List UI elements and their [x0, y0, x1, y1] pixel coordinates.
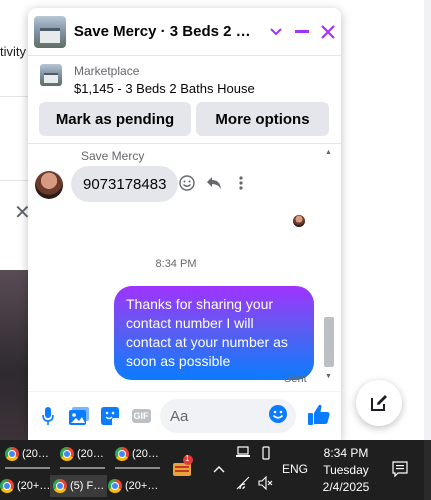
- background-right-area: [341, 0, 431, 440]
- background-activity-text: tivity: [0, 44, 26, 59]
- sent-status: Sent: [284, 373, 307, 385]
- chrome-icon: [53, 479, 67, 493]
- taskbar-item-chrome[interactable]: (20…: [5, 443, 49, 465]
- seen-avatar: [293, 215, 305, 227]
- laptop-icon[interactable]: [235, 446, 251, 461]
- sticker-icon[interactable]: [99, 405, 121, 427]
- scroll-down-icon[interactable]: ▼: [325, 373, 332, 380]
- close-icon[interactable]: [315, 19, 341, 45]
- taskbar-running-indicator: [115, 467, 160, 469]
- gif-icon[interactable]: GIF: [130, 405, 152, 427]
- notification-center-icon[interactable]: [392, 461, 408, 480]
- background-photo: [0, 270, 30, 440]
- taskbar-item-label: (20+…: [17, 480, 51, 492]
- volume-muted-icon[interactable]: [258, 475, 274, 493]
- taskbar-item-label: (5) F…: [70, 480, 105, 492]
- windows-taskbar: (20… (20… (20… (20+… (5) F… (20+… 1 ENG …: [0, 440, 431, 500]
- emoji-icon[interactable]: [268, 404, 290, 426]
- chevron-up-icon[interactable]: [213, 462, 225, 476]
- gif-label: GIF: [131, 409, 151, 423]
- sender-name: Save Mercy: [81, 149, 145, 163]
- taskbar-running-indicator: [60, 467, 105, 469]
- listing-thumbnail: [34, 15, 66, 48]
- mark-as-pending-button[interactable]: Mark as pending: [39, 102, 191, 136]
- taskbar-item-label: (20…: [77, 448, 104, 460]
- chat-title[interactable]: Save Mercy · 3 Beds 2 Bath…: [74, 23, 259, 40]
- notification-app-icon[interactable]: 1: [172, 454, 196, 478]
- phone-link-icon[interactable]: [260, 446, 272, 463]
- more-options-button[interactable]: More options: [196, 102, 329, 136]
- scroll-up-icon[interactable]: ▲: [325, 149, 332, 156]
- notification-badge: 1: [185, 454, 190, 463]
- background-divider: [0, 180, 30, 181]
- reply-icon[interactable]: [203, 172, 225, 194]
- clock-time[interactable]: 8:34 PM: [318, 446, 374, 460]
- photo-icon[interactable]: [68, 405, 90, 427]
- taskbar-item-chrome[interactable]: (20+…: [108, 475, 158, 497]
- microphone-icon[interactable]: [37, 405, 59, 427]
- message-scrollbar[interactable]: ▲ ▼: [323, 145, 335, 385]
- taskbar-item-label: (20…: [22, 448, 49, 460]
- react-icon[interactable]: [176, 172, 198, 194]
- thumbs-up-icon[interactable]: [307, 403, 333, 429]
- message-composer: GIF: [28, 391, 341, 440]
- listing-title[interactable]: $1,145 - 3 Beds 2 Baths House: [74, 81, 255, 96]
- more-actions-icon[interactable]: [230, 172, 252, 194]
- clock-date[interactable]: 2/4/2025: [318, 480, 374, 494]
- message-list: Save Mercy 9073178483 8:34 PM Thanks for…: [28, 145, 341, 385]
- language-indicator[interactable]: ENG: [282, 462, 308, 476]
- taskbar-item-chrome[interactable]: (20+…: [0, 475, 50, 497]
- taskbar-item-label: (20…: [132, 448, 159, 460]
- scroll-thumb[interactable]: [324, 317, 334, 367]
- show-desktop-button[interactable]: [424, 440, 431, 500]
- marketplace-label: Marketplace: [74, 64, 140, 78]
- wifi-icon[interactable]: [236, 476, 252, 493]
- taskbar-item-chrome-active[interactable]: (5) F…: [50, 475, 108, 497]
- taskbar-item-chrome[interactable]: (20…: [60, 443, 104, 465]
- chrome-icon: [5, 447, 19, 461]
- background-divider: [0, 96, 30, 97]
- chrome-icon: [0, 479, 14, 493]
- chat-header[interactable]: Save Mercy · 3 Beds 2 Bath…: [28, 8, 341, 56]
- avatar[interactable]: [35, 171, 63, 199]
- incoming-message-bubble[interactable]: 9073178483: [71, 166, 179, 202]
- taskbar-running-indicator: [5, 467, 50, 469]
- outgoing-message-bubble[interactable]: Thanks for sharing your contact number I…: [114, 286, 314, 380]
- new-message-button[interactable]: [356, 380, 402, 426]
- minimize-icon[interactable]: [289, 19, 315, 45]
- taskbar-item-chrome[interactable]: (20…: [115, 443, 159, 465]
- chevron-down-icon[interactable]: [263, 19, 289, 45]
- page-scrollbar[interactable]: [424, 0, 431, 440]
- chrome-icon: [60, 447, 74, 461]
- listing-thumbnail[interactable]: [40, 64, 62, 86]
- message-timestamp: 8:34 PM: [155, 258, 197, 270]
- taskbar-item-label: (20+…: [125, 480, 159, 492]
- marketplace-listing-panel: Marketplace $1,145 - 3 Beds 2 Baths Hous…: [28, 56, 341, 144]
- compose-icon: [371, 395, 387, 411]
- chrome-icon: [115, 447, 129, 461]
- clock-day[interactable]: Tuesday: [318, 463, 374, 477]
- messenger-chat-window: Save Mercy · 3 Beds 2 Bath… Marketplace …: [28, 8, 341, 440]
- chrome-icon: [108, 479, 122, 493]
